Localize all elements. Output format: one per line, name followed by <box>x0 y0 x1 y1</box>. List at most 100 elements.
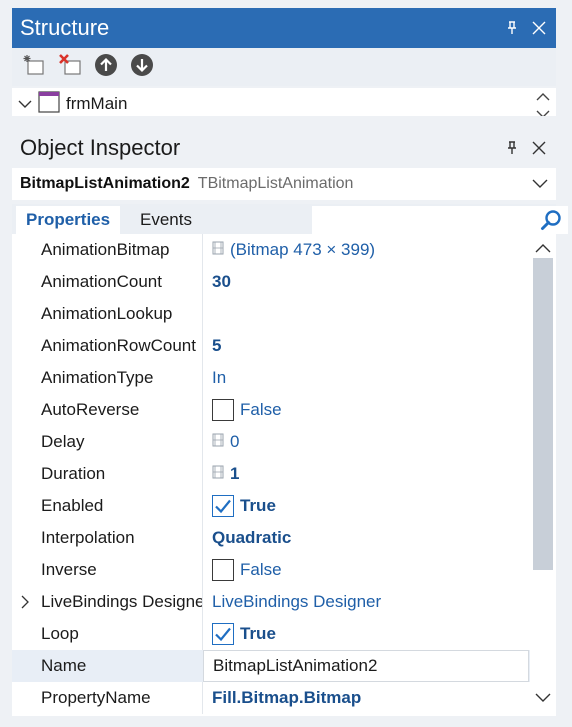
delete-item-icon <box>58 53 82 82</box>
property-value[interactable]: False <box>212 554 282 586</box>
property-value[interactable]: LiveBindings Designer <box>212 586 381 618</box>
scroll-down-icon[interactable] <box>536 106 550 116</box>
move-down-icon <box>130 53 154 82</box>
property-value[interactable]: 5 <box>212 330 221 362</box>
pin-icon[interactable] <box>506 21 518 35</box>
column-divider <box>202 586 203 618</box>
new-item-button[interactable] <box>20 53 48 81</box>
column-divider <box>202 618 203 650</box>
object-inspector-header: Object Inspector <box>12 128 556 168</box>
property-row[interactable]: PropertyName Fill.Bitmap.Bitmap <box>12 682 530 714</box>
property-row[interactable]: Interpolation Quadratic <box>12 522 530 554</box>
selected-object-name: BitmapListAnimation2 <box>20 175 190 192</box>
property-name: LiveBindings Designer <box>41 592 202 611</box>
property-value[interactable]: 0 <box>212 426 239 458</box>
column-divider <box>202 266 203 298</box>
column-divider <box>202 394 203 426</box>
move-up-icon <box>94 53 118 82</box>
close-icon[interactable] <box>532 141 546 155</box>
chevron-down-icon[interactable] <box>532 176 548 194</box>
property-value[interactable]: In <box>212 362 226 394</box>
property-value-text: True <box>240 624 276 643</box>
column-divider <box>202 330 203 362</box>
structure-panel-title: Structure <box>20 15 110 40</box>
tree-scrollbar[interactable] <box>534 88 552 116</box>
property-value[interactable]: 1 <box>212 458 239 490</box>
property-value[interactable]: (Bitmap 473 × 399) <box>212 234 375 266</box>
property-row[interactable]: Enabled True <box>12 490 530 522</box>
tree-item-frmmain[interactable]: frmMain <box>18 90 128 117</box>
pin-icon[interactable] <box>506 141 518 155</box>
scroll-up-icon[interactable] <box>535 240 551 258</box>
column-divider <box>202 522 203 554</box>
close-icon[interactable] <box>532 21 546 35</box>
column-divider <box>202 426 203 458</box>
property-name: PropertyName <box>41 688 151 707</box>
tab-properties[interactable]: Properties <box>16 206 121 234</box>
property-name: Enabled <box>41 496 104 515</box>
column-divider <box>202 298 203 330</box>
property-row[interactable]: AnimationLookup <box>12 298 530 330</box>
property-value[interactable]: Fill.Bitmap.Bitmap <box>212 682 361 714</box>
property-value[interactable]: Quadratic <box>212 522 291 554</box>
new-item-icon <box>22 53 46 82</box>
property-row[interactable]: LiveBindings Designer LiveBindings Desig… <box>12 586 530 618</box>
property-value-text: True <box>240 496 276 515</box>
property-name: Loop <box>41 624 79 643</box>
property-row[interactable]: Delay 0 <box>12 426 530 458</box>
column-divider <box>202 490 203 522</box>
inspector-tabs: Properties Events <box>12 204 568 234</box>
object-inspector-title: Object Inspector <box>20 135 181 160</box>
scroll-down-icon[interactable] <box>535 690 551 708</box>
checkbox[interactable] <box>212 559 234 581</box>
property-row[interactable]: Loop True <box>12 618 530 650</box>
property-name: AnimationBitmap <box>41 240 170 259</box>
checkbox-checked[interactable] <box>212 623 234 645</box>
column-divider <box>202 234 203 266</box>
property-value[interactable]: False <box>212 394 282 426</box>
tree-item-label: frmMain <box>66 94 128 113</box>
property-name: Name <box>41 656 87 675</box>
property-name: AnimationLookup <box>41 304 173 323</box>
property-row[interactable]: AnimationCount 30 <box>12 266 530 298</box>
chevron-down-icon[interactable] <box>18 94 32 114</box>
property-grid-scrollbar[interactable] <box>530 234 556 716</box>
checkbox-checked[interactable] <box>212 495 234 517</box>
property-row[interactable]: Duration 1 <box>12 458 530 490</box>
object-selector-dropdown[interactable]: BitmapListAnimation2 TBitmapListAnimatio… <box>12 168 556 200</box>
property-row[interactable]: AnimationRowCount 5 <box>12 330 530 362</box>
property-value[interactable]: True <box>212 618 276 650</box>
property-name: AnimationRowCount <box>41 336 196 355</box>
property-row[interactable]: AutoReverse False <box>12 394 530 426</box>
move-up-button[interactable] <box>92 53 120 81</box>
property-value-text: 1 <box>230 464 240 483</box>
property-row[interactable]: Inverse False <box>12 554 530 586</box>
column-divider <box>202 362 203 394</box>
structure-toolbar <box>12 48 556 86</box>
checkbox[interactable] <box>212 399 234 421</box>
property-value[interactable]: True <box>212 490 276 522</box>
scrollbar-thumb[interactable] <box>533 258 553 570</box>
property-search-input[interactable] <box>312 206 568 234</box>
delete-item-button[interactable] <box>56 53 84 81</box>
property-grid: AnimationBitmap (Bitmap 473 × 399) Anima… <box>12 234 556 716</box>
scroll-up-icon[interactable] <box>536 88 550 106</box>
property-value-text: False <box>240 400 282 419</box>
property-row-selected[interactable]: Name BitmapListAnimation2 <box>12 650 530 682</box>
property-name: Inverse <box>41 560 97 579</box>
tab-events[interactable]: Events <box>130 206 202 234</box>
property-name: Interpolation <box>41 528 135 547</box>
property-row[interactable]: AnimationBitmap (Bitmap 473 × 399) <box>12 234 530 266</box>
property-value-editor[interactable]: BitmapListAnimation2 <box>203 650 529 682</box>
property-row[interactable]: AnimationType In <box>12 362 530 394</box>
film-strip-icon <box>212 432 224 452</box>
move-down-button[interactable] <box>128 53 156 81</box>
search-icon[interactable] <box>540 209 562 236</box>
property-value[interactable]: 30 <box>212 266 231 298</box>
form-icon <box>38 90 60 117</box>
property-value-text: False <box>240 560 282 579</box>
column-divider <box>202 458 203 490</box>
property-value-text: 0 <box>230 432 240 451</box>
film-strip-icon <box>212 464 224 484</box>
property-name: AnimationCount <box>41 272 162 291</box>
